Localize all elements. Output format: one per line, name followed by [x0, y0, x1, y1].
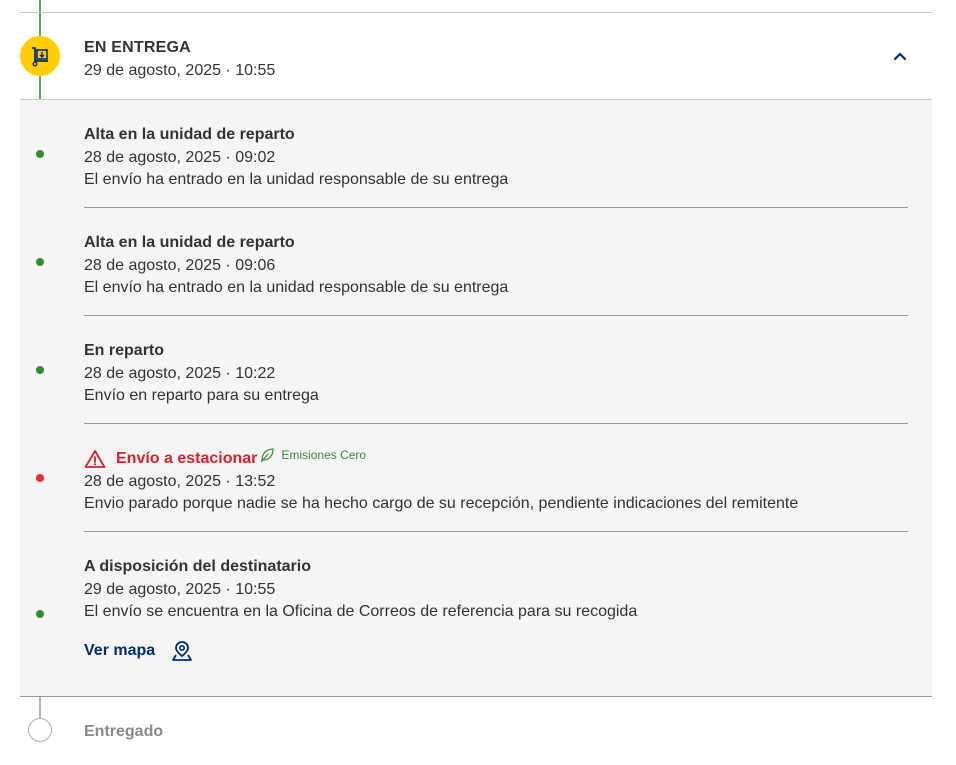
event-title: Envío a estacionar [116, 450, 258, 467]
eco-label: Emisiones Cero [281, 448, 367, 462]
event-description: El envío ha entrado en la unidad respons… [84, 279, 509, 296]
leaf-icon [260, 448, 274, 463]
event-title: Alta en la unidad de reparto [84, 126, 295, 143]
final-stage-label: Entregado [84, 723, 164, 740]
map-pin-icon[interactable] [171, 640, 193, 662]
list-item: Alta en la unidad de reparto 28 de agost… [84, 124, 908, 191]
event-divider [84, 423, 908, 424]
timeline-dot [36, 610, 44, 618]
list-item: Alta en la unidad de reparto 28 de agost… [84, 232, 908, 299]
event-title: A disposición del destinatario [84, 558, 311, 575]
event-date: 29 de agosto, 2025 · 10:55 [84, 581, 276, 598]
timeline-dot [36, 258, 44, 266]
event-title: En reparto [84, 342, 165, 359]
event-divider [84, 315, 908, 316]
list-item: Envío a estacionar Emisiones Cero 28 de … [84, 448, 908, 515]
view-map-link[interactable]: Ver mapa [84, 640, 193, 662]
event-date: 28 de agosto, 2025 · 09:06 [84, 257, 276, 274]
event-divider [84, 531, 908, 532]
chevron-up-icon[interactable] [890, 46, 910, 66]
event-description: Envío en reparto para su entrega [84, 387, 319, 404]
event-title: Alta en la unidad de reparto [84, 234, 295, 251]
timeline-pending-circle [28, 718, 52, 742]
delivery-cart-icon [20, 36, 60, 76]
timeline-dot-warning [36, 474, 44, 482]
timeline-dot [36, 150, 44, 158]
event-divider [84, 207, 908, 208]
list-item: En reparto 28 de agosto, 2025 · 10:22 En… [84, 340, 908, 407]
event-description: El envío se encuentra en la Oficina de C… [84, 603, 638, 620]
list-item: A disposición del destinatario 29 de ago… [84, 556, 908, 623]
warning-icon [84, 449, 106, 469]
event-date: 28 de agosto, 2025 · 09:02 [84, 149, 276, 166]
event-date: 28 de agosto, 2025 · 10:22 [84, 365, 276, 382]
view-map-label[interactable]: Ver mapa [84, 642, 155, 660]
stage-title: EN ENTREGA [84, 39, 191, 56]
event-title-row: Envío a estacionar Emisiones Cero [84, 448, 908, 470]
event-description: Envio parado porque nadie se ha hecho ca… [84, 495, 799, 512]
eco-badge: Emisiones Cero [259, 444, 366, 466]
timeline-dot [36, 366, 44, 374]
stage-date: 29 de agosto, 2025 · 10:55 [84, 62, 276, 79]
event-description: El envío ha entrado en la unidad respons… [84, 171, 509, 188]
event-date: 28 de agosto, 2025 · 13:52 [84, 473, 276, 490]
